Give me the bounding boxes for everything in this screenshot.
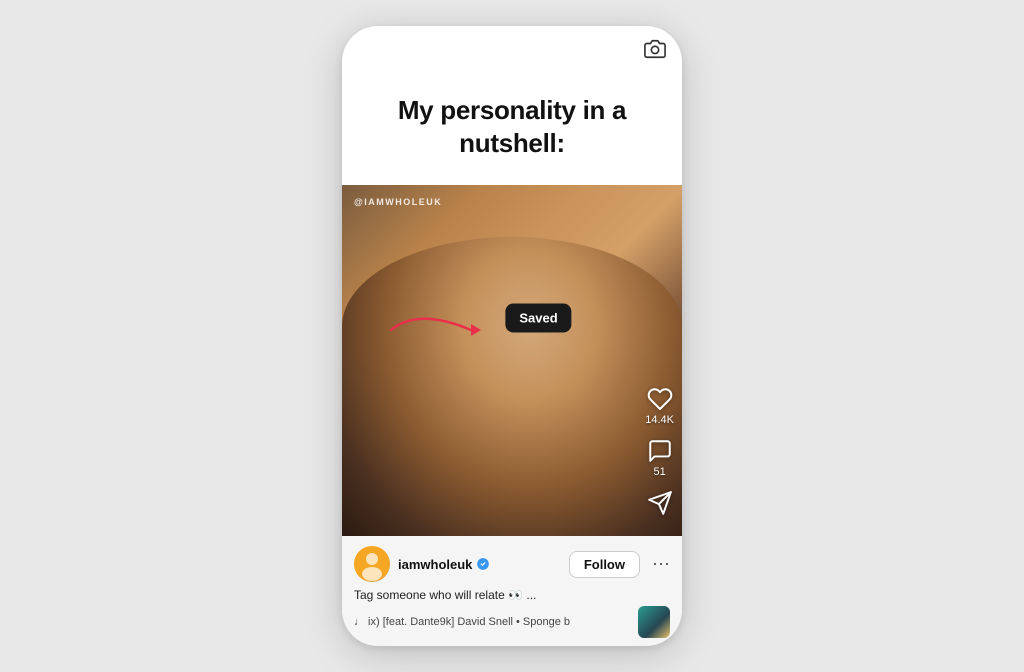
caption-row: Tag someone who will relate 👀 ... <box>354 588 670 602</box>
saved-tooltip: Saved <box>505 304 571 333</box>
more-options-button[interactable]: ⋯ <box>652 554 670 575</box>
camera-icon[interactable] <box>644 38 666 60</box>
heart-icon <box>647 386 673 412</box>
avatar <box>354 546 390 582</box>
slide-text: My personality in a nutshell: <box>374 94 650 161</box>
username-area: iamwholeuk <box>398 557 561 572</box>
username: iamwholeuk <box>398 557 472 572</box>
likes-count: 14.4K <box>645 414 674 426</box>
music-thumbnail[interactable] <box>638 606 670 638</box>
video-area: @IAMWHOLEUK Saved 14.4K 51 <box>342 185 682 536</box>
share-icon <box>647 490 673 516</box>
user-row: iamwholeuk Follow ⋯ <box>354 546 670 582</box>
caption-text: Tag someone who will relate 👀 ... <box>354 588 536 602</box>
text-slide: My personality in a nutshell: <box>342 66 682 185</box>
phone-frame: My personality in a nutshell: @IAMWHOLEU… <box>342 26 682 646</box>
music-row: ♩ ix) [feat. Dante9k] David Snell • Spon… <box>354 606 670 638</box>
verified-icon <box>476 557 490 571</box>
share-action[interactable] <box>647 490 673 516</box>
comment-action[interactable]: 51 <box>647 438 673 478</box>
watermark: @IAMWHOLEUK <box>354 197 442 207</box>
comments-count: 51 <box>654 466 666 478</box>
comment-icon <box>647 438 673 464</box>
music-text: ♩ ix) [feat. Dante9k] David Snell • Spon… <box>354 616 632 628</box>
bottom-bar: iamwholeuk Follow ⋯ Tag someone who will… <box>342 536 682 646</box>
arrow-annotation <box>383 304 493 361</box>
follow-button[interactable]: Follow <box>569 551 640 578</box>
top-bar <box>342 26 682 66</box>
person-silhouette <box>342 237 682 536</box>
right-sidebar: 14.4K 51 <box>645 386 674 516</box>
like-action[interactable]: 14.4K <box>645 386 674 426</box>
